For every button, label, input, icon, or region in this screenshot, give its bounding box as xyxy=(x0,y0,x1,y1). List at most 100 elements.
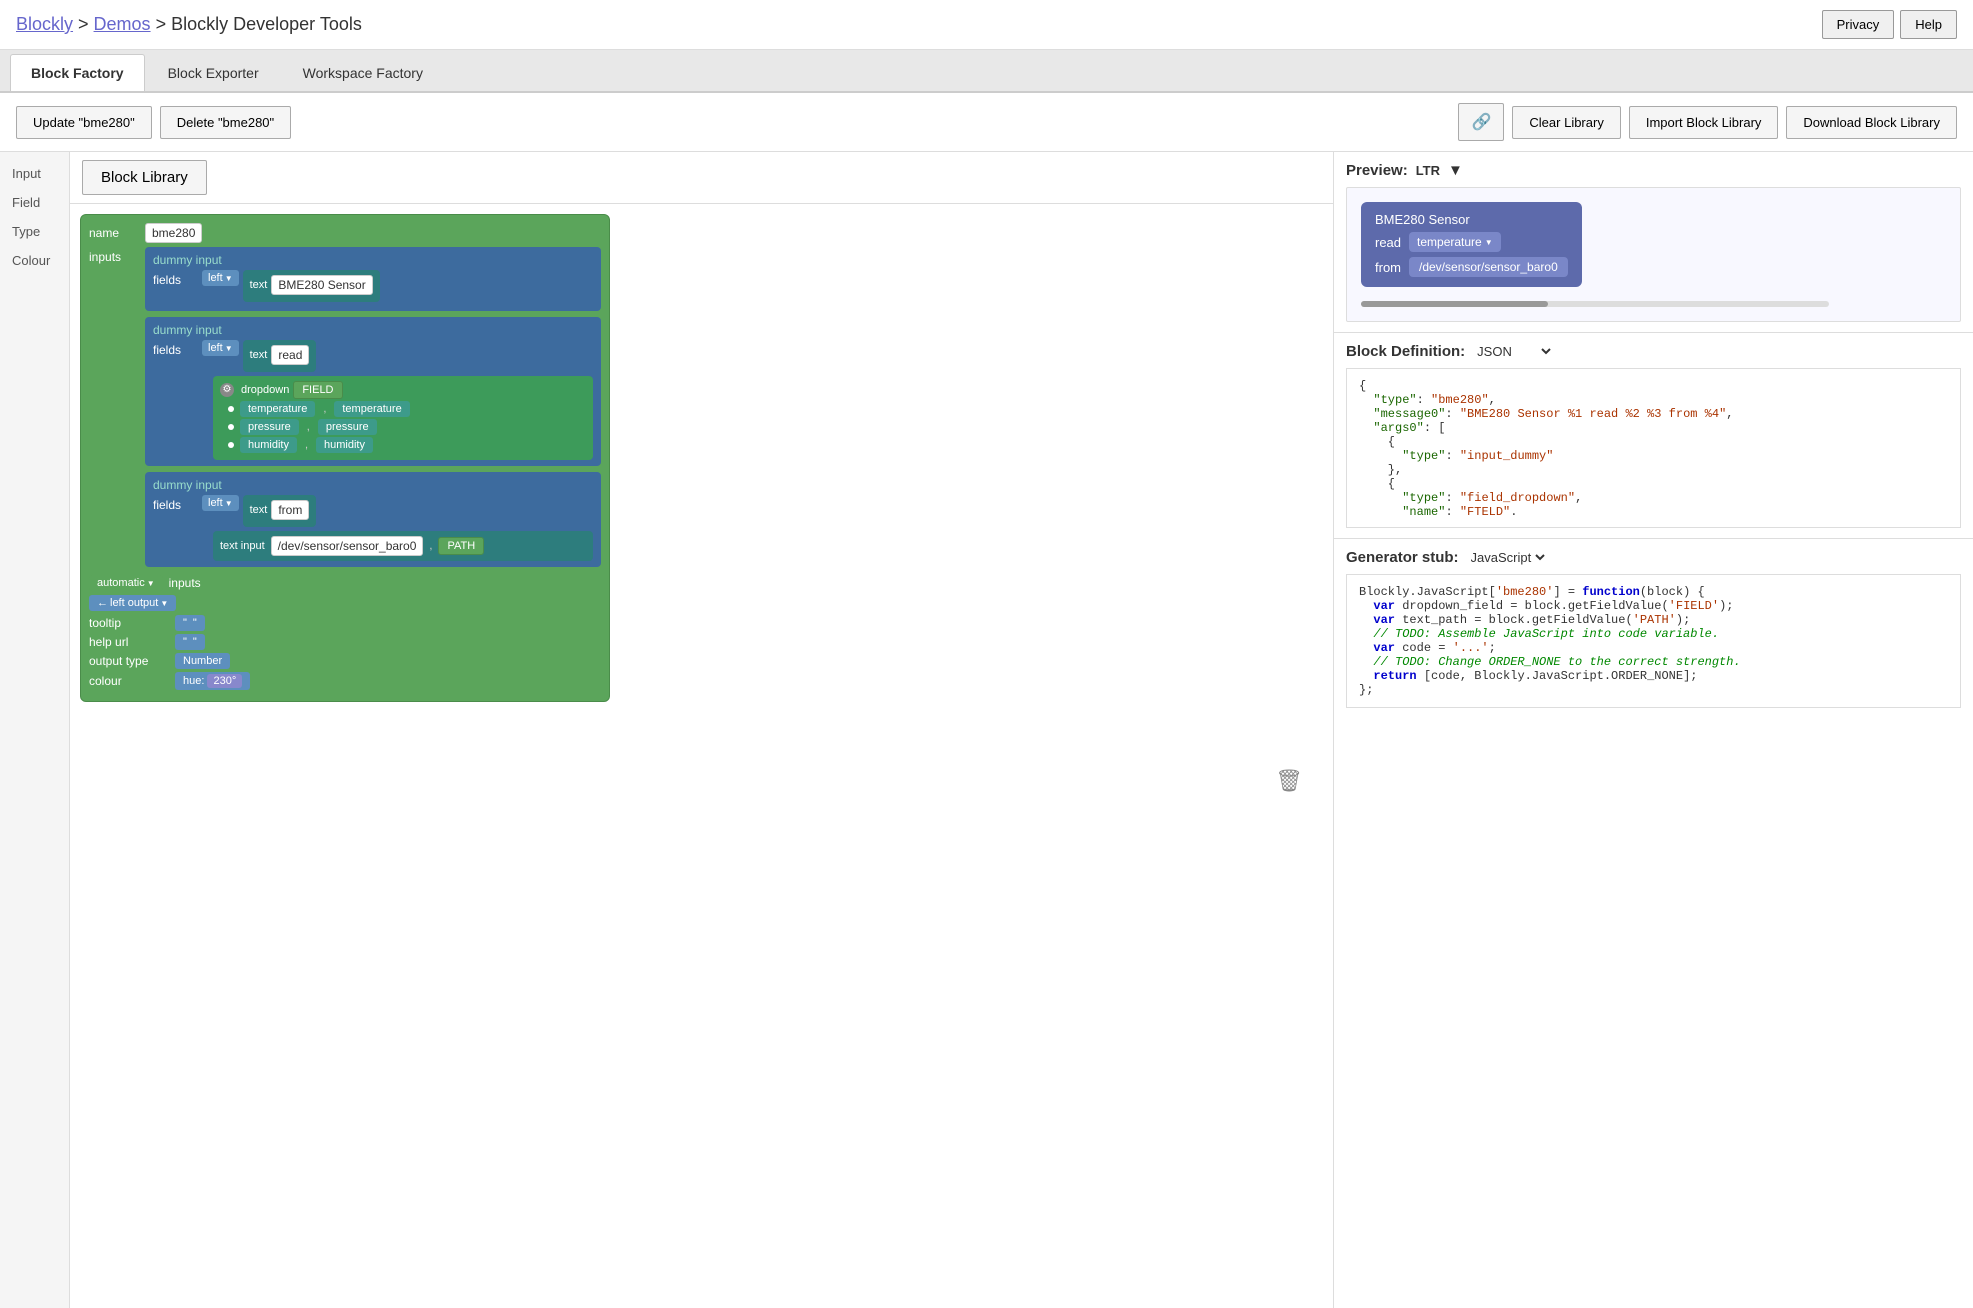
text-read-block: text read xyxy=(243,340,317,372)
colour-row: colour hue: 230° xyxy=(89,672,601,690)
output-row: left output xyxy=(89,595,601,611)
sidebar-item-type[interactable]: Type xyxy=(0,218,69,245)
path-value[interactable]: /dev/sensor/sensor_baro0 xyxy=(271,536,424,556)
page-title: Blockly > Demos > Blockly Developer Tool… xyxy=(16,14,362,35)
fields-label-3: fields xyxy=(153,495,198,512)
block-def-code: { "type": "bme280", "message0": "BME280 … xyxy=(1346,368,1961,528)
preview-scrollbar[interactable] xyxy=(1361,295,1946,307)
block-factory-area: Block Library name bme280 inputs xyxy=(70,152,1333,1308)
sidebar-item-colour[interactable]: Colour xyxy=(0,247,69,274)
update-button[interactable]: Update "bme280" xyxy=(16,106,152,139)
hue-field[interactable]: hue: 230° xyxy=(175,672,250,690)
tooltip-field[interactable]: " " xyxy=(175,615,205,631)
inputs-row: inputs dummy input fields left xyxy=(89,247,601,567)
dummy-input-3: dummy input fields left text from xyxy=(145,472,601,567)
bme280-sensor-value[interactable]: BME280 Sensor xyxy=(271,275,372,295)
output-button[interactable]: left output xyxy=(89,595,176,611)
block-library-header: Block Library xyxy=(70,152,1333,204)
clear-library-button[interactable]: Clear Library xyxy=(1512,106,1620,139)
pressure-val[interactable]: pressure xyxy=(318,419,377,435)
from-value[interactable]: from xyxy=(271,500,309,520)
block-definition-section: Block Definition: JSON JavaScript { "typ… xyxy=(1334,333,1973,539)
main-content: Input Field Type Colour Block Library na… xyxy=(0,152,1973,1308)
fields-row-3: fields left text from xyxy=(153,495,593,527)
header-actions: Privacy Help xyxy=(1822,10,1957,39)
link-icon-button[interactable]: 🔗 xyxy=(1458,103,1504,141)
toolbar: Update "bme280" Delete "bme280" 🔗 Clear … xyxy=(0,93,1973,152)
sidebar-item-field[interactable]: Field xyxy=(0,189,69,216)
fields-label-1: fields xyxy=(153,270,198,287)
name-row: name bme280 xyxy=(89,223,601,243)
tab-workspace-factory[interactable]: Workspace Factory xyxy=(282,54,444,91)
colour-label: colour xyxy=(89,674,169,688)
temp-val[interactable]: temperature xyxy=(334,401,409,417)
gen-stub-format-select[interactable]: JavaScript Python xyxy=(1467,549,1548,566)
privacy-button[interactable]: Privacy xyxy=(1822,10,1895,39)
block-def-format-select[interactable]: JSON JavaScript xyxy=(1473,343,1554,360)
trash-icon[interactable]: 🗑 xyxy=(1275,768,1303,794)
delete-button[interactable]: Delete "bme280" xyxy=(160,106,291,139)
name-value[interactable]: bme280 xyxy=(145,223,202,243)
generator-stub-section: Generator stub: JavaScript Python Blockl… xyxy=(1334,539,1973,1308)
demos-link[interactable]: Demos xyxy=(94,14,151,34)
gen-stub-header: Generator stub: JavaScript Python xyxy=(1346,549,1961,566)
text-label-bme280: text xyxy=(250,279,268,291)
hue-label: hue: xyxy=(183,675,204,687)
left-dropdown-3[interactable]: left xyxy=(202,495,239,511)
sidebar-item-input[interactable]: Input xyxy=(0,160,69,187)
tab-block-exporter[interactable]: Block Exporter xyxy=(147,54,280,91)
left-dropdown-1[interactable]: left xyxy=(202,270,239,286)
field-name[interactable]: FIELD xyxy=(293,381,342,399)
block-editor[interactable]: name bme280 inputs dummy input xyxy=(70,204,1333,1308)
pressure-key[interactable]: pressure xyxy=(240,419,299,435)
dummy-input-text-3: dummy input xyxy=(153,478,222,492)
preview-title: Preview: xyxy=(1346,162,1408,179)
tooltip-label: tooltip xyxy=(89,616,169,630)
help-url-field[interactable]: " " xyxy=(175,634,205,650)
fields-row-1: fields left text BME280 Sensor xyxy=(153,270,593,302)
text-from-block: text from xyxy=(243,495,317,527)
dropdown-block: ⚙ dropdown FIELD temper xyxy=(213,376,593,460)
tab-block-factory[interactable]: Block Factory xyxy=(10,54,145,91)
read-value[interactable]: read xyxy=(271,345,309,365)
text-label-read: text xyxy=(250,349,268,361)
fields-row-2: fields left text read xyxy=(153,340,593,372)
blockly-link[interactable]: Blockly xyxy=(16,14,73,34)
preview-from-row: from /dev/sensor/sensor_baro0 xyxy=(1375,257,1568,277)
temp-key[interactable]: temperature xyxy=(240,401,315,417)
gen-stub-title: Generator stub: xyxy=(1346,549,1459,566)
block-def-title: Block Definition: xyxy=(1346,343,1465,360)
preview-path[interactable]: /dev/sensor/sensor_baro0 xyxy=(1409,257,1568,277)
hue-value[interactable]: 230° xyxy=(207,674,242,688)
dummy-input-2: dummy input fields left text read xyxy=(145,317,601,466)
output-type-value[interactable]: Number xyxy=(175,653,230,669)
left-dropdown-2[interactable]: left xyxy=(202,340,239,356)
preview-temperature-dropdown[interactable]: temperature xyxy=(1409,232,1501,252)
output-type-row: output type Number xyxy=(89,653,601,669)
name-label: name xyxy=(89,223,139,240)
tabs-bar: Block Factory Block Exporter Workspace F… xyxy=(0,50,1973,93)
option-pressure: pressure , pressure xyxy=(220,419,586,435)
ltr-chevron-icon[interactable]: ▼ xyxy=(1448,162,1463,179)
humidity-val[interactable]: humidity xyxy=(316,437,373,453)
fields-label-2: fields xyxy=(153,340,198,357)
import-library-button[interactable]: Import Block Library xyxy=(1629,106,1779,139)
download-library-button[interactable]: Download Block Library xyxy=(1786,106,1957,139)
block-workspace: name bme280 inputs dummy input xyxy=(80,214,1323,814)
humidity-key[interactable]: humidity xyxy=(240,437,297,453)
sidebar: Input Field Type Colour xyxy=(0,152,70,1308)
preview-block: BME280 Sensor read temperature from /dev… xyxy=(1361,202,1582,287)
block-library-button[interactable]: Block Library xyxy=(82,160,207,195)
path-name[interactable]: PATH xyxy=(438,537,484,555)
help-button[interactable]: Help xyxy=(1900,10,1957,39)
preview-from-label: from xyxy=(1375,260,1401,275)
text-input-block: text input /dev/sensor/sensor_baro0 , PA… xyxy=(213,531,593,561)
gen-stub-code: Blockly.JavaScript['bme280'] = function(… xyxy=(1346,574,1961,708)
preview-header: Preview: LTR ▼ xyxy=(1346,162,1961,179)
text-bme280-block: text BME280 Sensor xyxy=(243,270,380,302)
block-def-header: Block Definition: JSON JavaScript xyxy=(1346,343,1961,360)
dummy-input-text-2: dummy input xyxy=(153,323,222,337)
automatic-button[interactable]: automatic xyxy=(89,575,163,591)
auto-row: automatic inputs xyxy=(89,575,601,591)
dummy-input-text: dummy input xyxy=(153,253,222,267)
